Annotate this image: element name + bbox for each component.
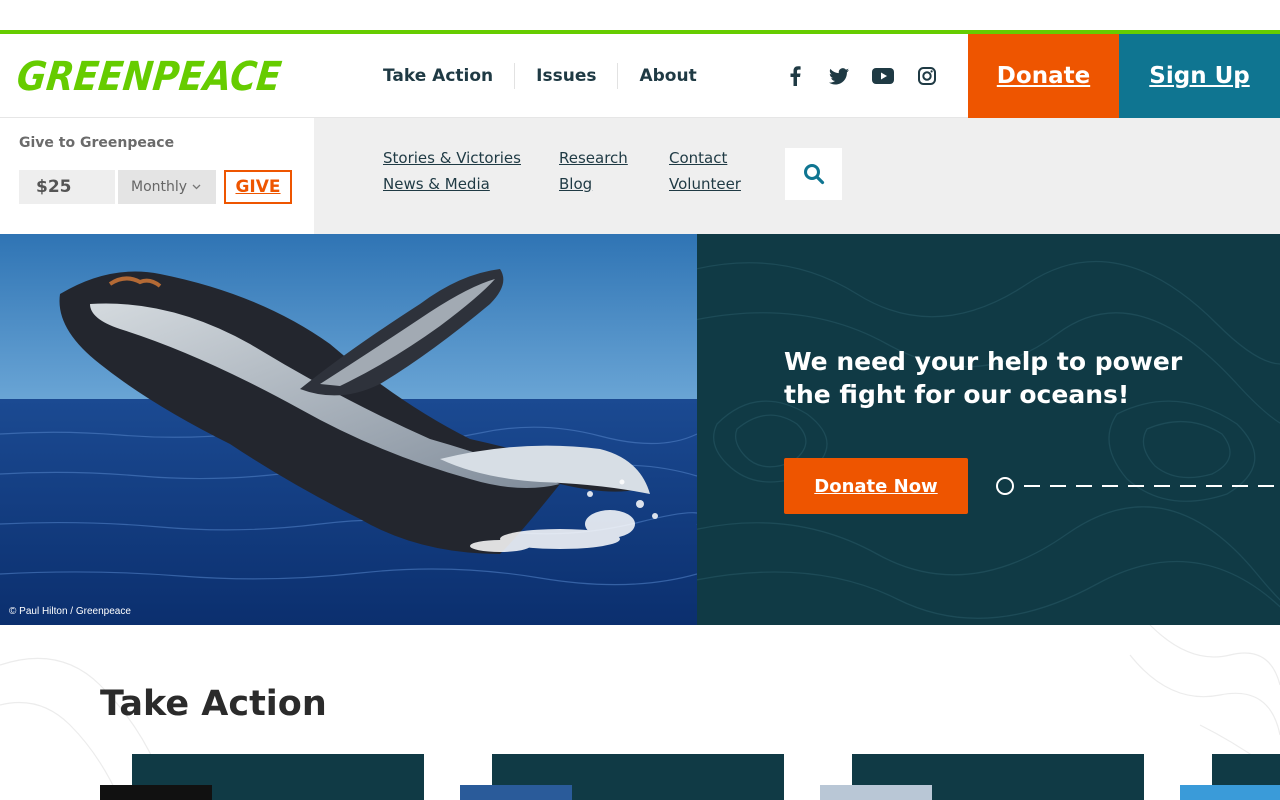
carousel-dot[interactable] — [1128, 485, 1144, 487]
social-links — [784, 34, 938, 118]
main-navigation: Take Action Issues About — [362, 34, 718, 118]
utility-bar: Give to Greenpeace $25 Monthly GIVE Stor… — [0, 118, 1280, 234]
card-thumbnail — [460, 785, 572, 800]
carousel-dot[interactable] — [1258, 485, 1274, 487]
card-thumbnail — [1180, 785, 1280, 800]
carousel-dot-active[interactable] — [996, 477, 1014, 495]
nav-take-action[interactable]: Take Action — [362, 63, 516, 89]
hero-headline: We need your help to power the fight for… — [784, 347, 1183, 409]
nav-stories-victories[interactable]: Stories & Victories — [383, 149, 559, 168]
facebook-icon[interactable] — [784, 65, 806, 87]
hero-whale-image: © Paul Hilton / Greenpeace — [0, 234, 697, 625]
nav-research[interactable]: Research — [559, 149, 669, 168]
top-spacer — [0, 0, 1280, 30]
nav-about[interactable]: About — [618, 63, 717, 89]
frequency-value: Monthly — [131, 179, 188, 195]
twitter-icon[interactable] — [828, 65, 850, 87]
carousel-dot[interactable] — [1102, 485, 1118, 487]
carousel-dot[interactable] — [1154, 485, 1170, 487]
topography-pattern — [697, 260, 1280, 619]
svg-text:GREENPEACE: GREENPEACE — [18, 54, 284, 100]
donation-amount-input[interactable]: $25 — [19, 170, 115, 204]
search-button[interactable] — [785, 148, 842, 200]
sign-up-button[interactable]: Sign Up — [1119, 34, 1280, 118]
carousel-indicators — [996, 477, 1274, 495]
secondary-navigation: Stories & Victories Research Contact New… — [383, 149, 779, 194]
section-title: Take Action — [100, 684, 327, 724]
card-thumbnail — [820, 785, 932, 800]
nav-blog[interactable]: Blog — [559, 175, 669, 194]
carousel-dot[interactable] — [1076, 485, 1092, 487]
nav-news-media[interactable]: News & Media — [383, 175, 559, 194]
carousel-dot[interactable] — [1232, 485, 1248, 487]
search-icon — [803, 164, 824, 185]
carousel-dot[interactable] — [1206, 485, 1222, 487]
donate-button[interactable]: Donate — [968, 34, 1119, 118]
instagram-icon[interactable] — [916, 65, 938, 87]
nav-contact[interactable]: Contact — [669, 149, 779, 168]
photo-credit: © Paul Hilton / Greenpeace — [9, 606, 131, 617]
hero-message-panel: We need your help to power the fight for… — [697, 234, 1280, 625]
card-thumbnail — [100, 785, 212, 800]
logo-wordmark: GREENPEACE — [18, 54, 284, 100]
give-title: Give to Greenpeace — [19, 135, 175, 151]
donate-now-button[interactable]: Donate Now — [784, 458, 968, 514]
site-header: GREENPEACE Take Action Issues About Dona… — [0, 34, 1280, 118]
nav-issues[interactable]: Issues — [515, 63, 619, 89]
youtube-icon[interactable] — [872, 65, 894, 87]
carousel-dot[interactable] — [1180, 485, 1196, 487]
take-action-section: Take Action — [0, 625, 1280, 800]
frequency-select[interactable]: Monthly — [118, 170, 216, 204]
nav-volunteer[interactable]: Volunteer — [669, 175, 779, 194]
quick-give-panel: Give to Greenpeace $25 Monthly GIVE — [0, 118, 314, 234]
greenpeace-logo[interactable]: GREENPEACE — [18, 50, 288, 100]
hero-banner: © Paul Hilton / Greenpeace We need your … — [0, 234, 1280, 625]
give-button[interactable]: GIVE — [224, 170, 292, 204]
chevron-down-icon — [192, 184, 201, 190]
carousel-dot[interactable] — [1024, 485, 1040, 487]
carousel-dot[interactable] — [1050, 485, 1066, 487]
